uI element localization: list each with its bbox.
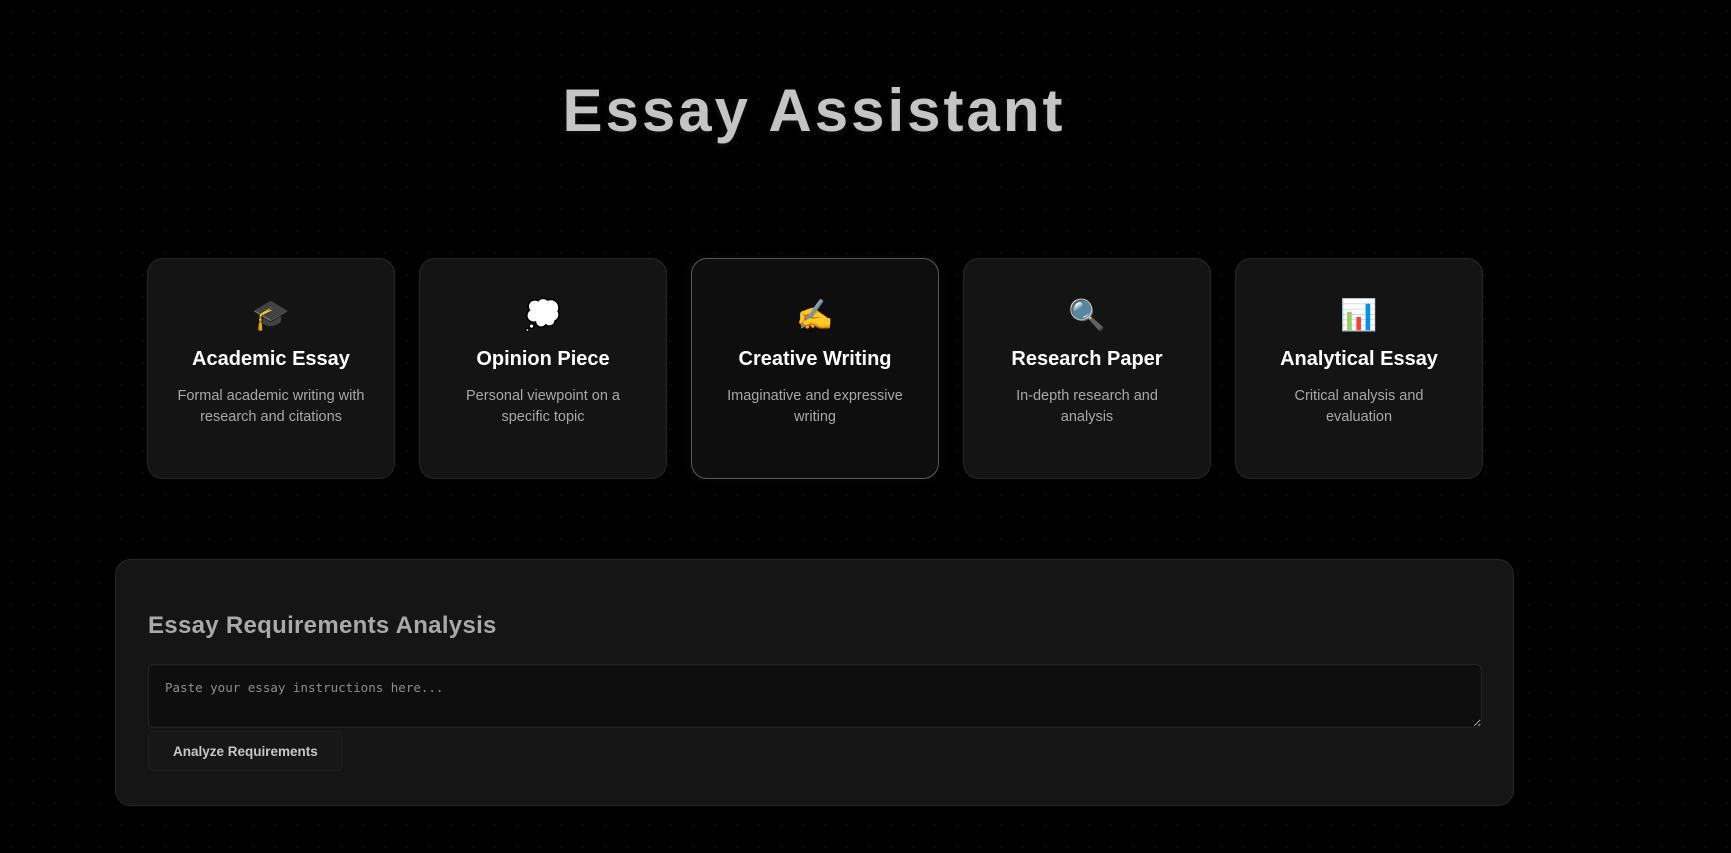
- card-title: Academic Essay: [192, 348, 350, 370]
- page-title: Essay Assistant: [562, 77, 1066, 144]
- panel-title: Essay Requirements Analysis: [148, 612, 497, 639]
- card-description: Personal viewpoint on a specific topic: [466, 388, 620, 425]
- essay-type-cards: 🎓 Academic Essay Formal academic writing…: [147, 258, 1483, 479]
- card-title: Opinion Piece: [476, 348, 610, 370]
- essay-type-card-academic[interactable]: 🎓 Academic Essay Formal academic writing…: [147, 258, 395, 479]
- thought-bubble-icon: 💭: [524, 298, 562, 333]
- analyze-requirements-button[interactable]: Analyze Requirements: [148, 731, 343, 771]
- magnifying-glass-icon: 🔍: [1068, 298, 1106, 333]
- requirements-analysis-panel: Essay Requirements Analysis Analyze Requ…: [115, 559, 1514, 806]
- writing-hand-icon: ✍️: [796, 298, 834, 333]
- essay-instructions-input[interactable]: [148, 664, 1482, 728]
- essay-type-card-analytical[interactable]: 📊 Analytical Essay Critical analysis and…: [1235, 258, 1483, 479]
- card-title: Creative Writing: [738, 348, 892, 370]
- essay-type-card-opinion[interactable]: 💭 Opinion Piece Personal viewpoint on a …: [419, 258, 667, 479]
- card-description: Critical analysis and evaluation: [1294, 388, 1424, 425]
- card-description: In-depth research and analysis: [1016, 388, 1158, 425]
- graduation-cap-icon: 🎓: [252, 298, 290, 333]
- essay-type-card-creative[interactable]: ✍️ Creative Writing Imaginative and expr…: [691, 258, 939, 479]
- card-title: Research Paper: [1011, 348, 1163, 370]
- card-description: Formal academic writing with research an…: [177, 388, 365, 425]
- card-title: Analytical Essay: [1280, 348, 1438, 370]
- card-description: Imaginative and expressive writing: [727, 388, 903, 425]
- bar-chart-icon: 📊: [1340, 298, 1378, 333]
- essay-type-card-research[interactable]: 🔍 Research Paper In-depth research and a…: [963, 258, 1211, 479]
